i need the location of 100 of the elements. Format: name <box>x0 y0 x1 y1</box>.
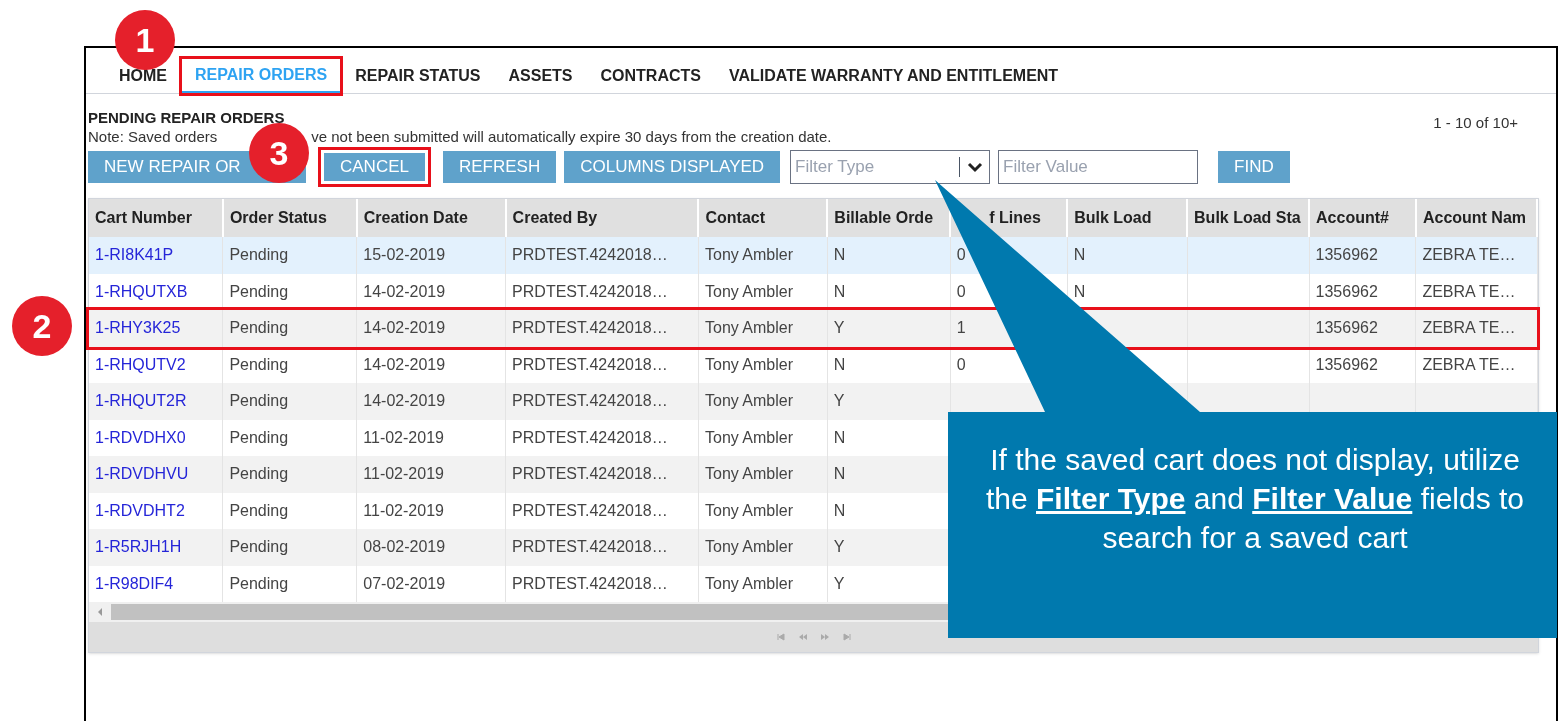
column-header[interactable]: Account# <box>1316 209 1389 226</box>
table-cell: PRDTEST.4242018… <box>512 428 668 446</box>
column-header[interactable]: Bulk Load Sta <box>1194 209 1301 226</box>
step-number-tooltip: 1 <box>115 10 175 70</box>
table-cell: Pending <box>229 246 289 264</box>
column-header[interactable]: Contact <box>705 209 766 226</box>
column-header[interactable]: Billable Orde <box>834 209 934 226</box>
last-page-icon[interactable] <box>842 633 851 641</box>
table-cell: PRDTEST.4242018… <box>512 246 668 264</box>
table-cell: 14-02-2019 <box>363 355 446 373</box>
filter-value-field[interactable]: Filter Value <box>998 150 1199 184</box>
cart-link[interactable]: 1-RHY3K25 <box>95 319 181 337</box>
table-cell: Tony Ambler <box>705 355 794 373</box>
table-cell: Pending <box>229 501 289 519</box>
table-cell: 1356962 <box>1315 319 1378 337</box>
table-cell: PRDTEST.4242018… <box>512 574 668 592</box>
column-header[interactable]: Creation Date <box>363 209 468 226</box>
table-cell: ZEBRA TE… <box>1422 319 1516 337</box>
table-cell: N <box>833 246 846 264</box>
table-cell: PRDTEST.4242018… <box>512 392 668 410</box>
next-page-icon[interactable] <box>820 633 829 641</box>
column-header[interactable]: Account Nam <box>1422 209 1527 226</box>
table-cell: Y <box>833 392 845 410</box>
table-cell: 1356962 <box>1315 282 1378 300</box>
table-cell: Pending <box>229 355 289 373</box>
table-cell: Y <box>833 574 845 592</box>
table-cell: N <box>833 282 846 300</box>
nav-tab[interactable]: ASSETS <box>495 59 586 93</box>
hint-callout-tooltip-text: If the saved cart does not display, utilize the Filter Type and Filter Value fields to search for a saved cart <box>984 442 1526 556</box>
table-cell: Pending <box>229 282 289 300</box>
table-cell: Tony Ambler <box>705 501 794 519</box>
table-cell: ZEBRA TE… <box>1422 355 1516 373</box>
table-cell: Tony Ambler <box>705 538 794 556</box>
table-cell: 0 <box>956 282 966 300</box>
table-cell: 1356962 <box>1315 355 1378 373</box>
table-cell: PRDTEST.4242018… <box>512 465 668 483</box>
dropdown-chevron-icon <box>966 161 985 173</box>
nav-tab[interactable]: REPAIR STATUS <box>342 59 494 93</box>
table-cell: N <box>833 501 846 519</box>
nav-tab[interactable]: CONTRACTS <box>587 59 714 93</box>
table-cell: 0 <box>956 355 966 373</box>
table-cell: Pending <box>229 428 289 446</box>
cart-link[interactable]: 1-RDVDHVU <box>95 465 189 483</box>
table-cell: Tony Ambler <box>705 282 794 300</box>
cart-link[interactable]: 1-RDVDHX0 <box>95 428 186 446</box>
table-cell: Y <box>833 319 845 337</box>
table-cell: Pending <box>229 538 289 556</box>
table-cell: N <box>1073 246 1086 264</box>
table-cell: Tony Ambler <box>705 574 794 592</box>
table-cell: 11-02-2019 <box>363 428 444 446</box>
table-cell: Y <box>833 538 845 556</box>
expiry-note: Note: Saved orders <box>88 128 218 146</box>
table-cell: Tony Ambler <box>705 428 794 446</box>
column-header[interactable]: Created By <box>512 209 598 226</box>
table-cell: 1356962 <box>1315 246 1378 264</box>
table-cell: Pending <box>229 574 289 592</box>
expiry-note: ve not been submitted will automatically expire 30 days from the creation date. <box>311 128 832 146</box>
step-number-tooltip: 3 <box>249 123 309 183</box>
step-number-tooltip: 2 <box>12 296 72 356</box>
cart-link[interactable]: 1-RI8K41P <box>95 246 174 264</box>
table-cell: Tony Ambler <box>705 246 794 264</box>
cart-link[interactable]: 1-RHQUT2R <box>95 392 187 410</box>
cart-link[interactable]: 1-R98DIF4 <box>95 574 174 592</box>
table-cell: Tony Ambler <box>705 465 794 483</box>
previous-page-icon[interactable] <box>798 633 807 641</box>
table-cell: ZEBRA TE… <box>1422 246 1516 264</box>
table-cell: Pending <box>229 465 289 483</box>
table-cell: 15-02-2019 <box>363 246 446 264</box>
column-header[interactable]: Order Status <box>229 209 327 226</box>
table-cell: 1 <box>956 319 966 337</box>
table-cell: N <box>833 355 846 373</box>
filter-type-select[interactable]: Filter Type <box>790 150 991 184</box>
first-page-icon[interactable] <box>776 633 785 641</box>
table-cell: PRDTEST.4242018… <box>512 501 668 519</box>
table-cell: 08-02-2019 <box>363 538 446 556</box>
nav-tab[interactable]: VALIDATE WARRANTY AND ENTITLEMENT <box>715 59 1072 93</box>
cart-link[interactable]: 1-RDVDHT2 <box>95 501 185 519</box>
table-cell: 14-02-2019 <box>363 319 446 337</box>
cart-link[interactable]: 1-R5RJH1H <box>95 538 182 556</box>
table-cell: 14-02-2019 <box>363 282 446 300</box>
table-cell: N <box>1073 282 1086 300</box>
column-header[interactable]: Cart Number <box>95 209 192 226</box>
table-cell: Tony Ambler <box>705 319 794 337</box>
column-header[interactable]: Bulk Load <box>1074 209 1152 226</box>
table-cell: PRDTEST.4242018… <box>512 355 668 373</box>
cart-link[interactable]: 1-RHQUTXB <box>95 282 188 300</box>
column-header[interactable]: f Lines <box>989 209 1041 226</box>
page-range: 1 - 10 of 10+ <box>1433 113 1518 133</box>
table-cell: PRDTEST.4242018… <box>512 319 668 337</box>
table-cell: PRDTEST.4242018… <box>512 538 668 556</box>
table-cell: Tony Ambler <box>705 392 794 410</box>
table-cell: Pending <box>229 392 289 410</box>
cart-link[interactable]: 1-RHQUTV2 <box>95 355 186 373</box>
table-cell: ZEBRA TE… <box>1422 282 1516 300</box>
table-cell: PRDTEST.4242018… <box>512 282 668 300</box>
table-cell: 0 <box>956 246 966 264</box>
table-cell: 07-02-2019 <box>363 574 446 592</box>
table-cell: 14-02-2019 <box>363 392 446 410</box>
table-cell: 11-02-2019 <box>363 465 444 483</box>
table-cell: 11-02-2019 <box>363 501 444 519</box>
